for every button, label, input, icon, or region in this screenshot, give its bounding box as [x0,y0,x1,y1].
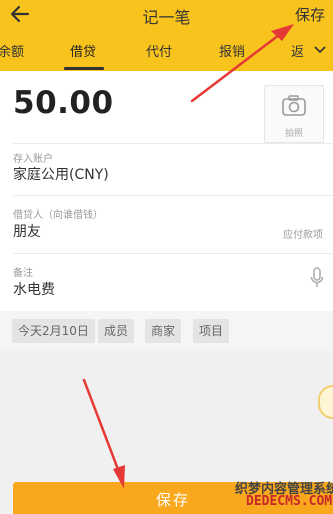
account-label: 存入账户 [13,154,53,165]
note-label: 备注 [13,268,33,279]
tab-loan[interactable]: 借贷 [70,41,96,60]
annotation-arrow-bottom [82,378,125,489]
tab-refund[interactable]: 返 [291,41,304,60]
amount-input[interactable]: 50.00 [13,85,114,121]
app-header: 记一笔 保存 余额 借贷 代付 报销 返 [0,0,333,71]
tab-reimburse[interactable]: 报销 [219,41,245,60]
tab-pay-for[interactable]: 代付 [146,41,172,60]
tag-chips: 今天2月10日 成员 商家 项目 [0,311,333,351]
project-chip[interactable]: 项目 [193,319,230,343]
divider [13,253,333,254]
watermark-url: DEDECMS.COM [246,494,333,509]
save-button-top[interactable]: 保存 [295,4,325,25]
member-chip[interactable]: 成员 [98,319,135,343]
photo-label: 拍照 [284,129,303,139]
lender-label: 借贷人（向谁借钱） [13,210,103,221]
tab-balance[interactable]: 余额 [0,41,24,60]
divider [13,143,333,144]
type-tabs: 余额 借贷 代付 报销 返 [0,34,333,70]
account-select[interactable]: 家庭公用(CNY) [13,164,109,184]
payable-label: 应付款项 [283,230,323,241]
floating-helper-button[interactable] [318,385,333,419]
microphone-icon[interactable] [310,267,324,289]
date-chip[interactable]: 今天2月10日 [12,319,95,343]
lender-select[interactable]: 朋友 [13,221,41,241]
active-tab-indicator [64,67,104,70]
note-input[interactable]: 水电费 [13,279,55,299]
divider [13,195,333,196]
page-title: 记一笔 [142,8,191,27]
photo-button[interactable]: 拍照 [264,85,324,143]
merchant-chip[interactable]: 商家 [145,319,182,343]
chevron-down-icon[interactable] [313,43,327,57]
camera-icon [282,95,306,116]
record-form: 50.00 拍照 存入账户 家庭公用(CNY) 借贷人（向谁借钱） 朋友 应付款… [0,71,333,311]
